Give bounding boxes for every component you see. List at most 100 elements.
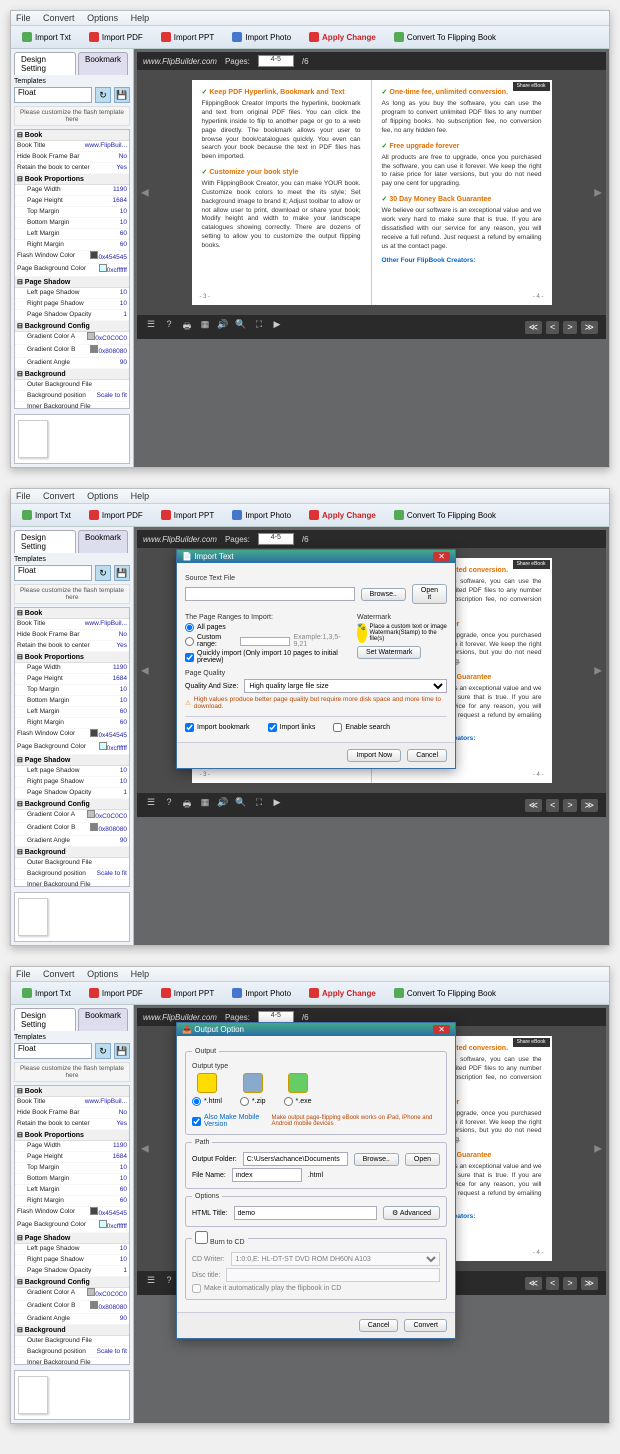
next-page-button[interactable]: > — [563, 1277, 576, 1290]
property-row[interactable]: Bottom Margin10 — [15, 218, 129, 229]
autoplay-cd-check[interactable] — [192, 1284, 201, 1293]
all-pages-radio[interactable] — [185, 623, 194, 632]
import-links-check[interactable] — [268, 723, 277, 732]
template-select[interactable]: Float — [14, 87, 92, 103]
open-button[interactable]: Open — [405, 1153, 440, 1166]
template-select[interactable]: Float — [14, 565, 92, 581]
cancel-button[interactable]: Cancel — [407, 749, 447, 762]
property-row[interactable]: Left Margin60 — [15, 1185, 129, 1196]
enable-search-check[interactable] — [333, 723, 342, 732]
property-row[interactable]: Retain the book to centerYes — [15, 163, 129, 174]
menu-options[interactable]: Options — [87, 969, 118, 979]
property-row[interactable]: Gradient Color A0xC0C0C0 — [15, 1288, 129, 1301]
tab-design-setting[interactable]: Design Setting — [14, 1008, 76, 1031]
first-page-button[interactable]: ≪ — [525, 799, 542, 812]
menu-convert[interactable]: Convert — [43, 13, 75, 23]
disc-title-input[interactable] — [226, 1268, 440, 1282]
menu-help[interactable]: Help — [131, 969, 150, 979]
sound-icon[interactable]: 🔊 — [217, 797, 229, 813]
tab-bookmark[interactable]: Bookmark — [78, 530, 128, 553]
dialog-close-button[interactable]: ✕ — [433, 1025, 450, 1034]
property-row[interactable]: Right page Shadow10 — [15, 777, 129, 788]
html-title-input[interactable] — [234, 1206, 377, 1220]
menu-file[interactable]: File — [16, 491, 31, 501]
zip-radio[interactable] — [240, 1097, 249, 1106]
share-button[interactable]: Share eBook — [513, 560, 550, 569]
toc-icon[interactable]: ☰ — [145, 797, 157, 813]
apply-change-button[interactable]: Apply Change — [304, 507, 381, 523]
import-ppt-button[interactable]: Import PPT — [156, 29, 219, 45]
property-row[interactable]: Gradient Angle90 — [15, 358, 129, 369]
page-edge-left-icon[interactable]: ◀ — [141, 665, 149, 676]
import-pdf-button[interactable]: Import PDF — [84, 29, 148, 45]
property-row[interactable]: Right Margin60 — [15, 1196, 129, 1207]
autoplay-icon[interactable]: ▶ — [271, 797, 283, 813]
page-edge-right-icon[interactable]: ▶ — [594, 665, 602, 676]
dialog-close-button[interactable]: ✕ — [433, 552, 450, 561]
property-row[interactable]: Page Shadow Opacity1 — [15, 788, 129, 799]
property-row[interactable]: Page Height1684 — [15, 1152, 129, 1163]
convert-book-button[interactable]: Convert To Flipping Book — [389, 29, 501, 45]
page-thumbnail[interactable] — [18, 420, 48, 458]
property-row[interactable]: Inner Background File — [15, 880, 129, 887]
property-row[interactable]: Bottom Margin10 — [15, 1174, 129, 1185]
property-row[interactable]: Page Height1684 — [15, 196, 129, 207]
property-list[interactable]: ⊟ BookBook Titlewww.FlipBuil...Hide Book… — [14, 607, 130, 887]
template-save-button[interactable]: 💾 — [114, 87, 130, 103]
property-row[interactable]: Right Margin60 — [15, 240, 129, 251]
menu-convert[interactable]: Convert — [43, 491, 75, 501]
property-row[interactable]: Outer Background File — [15, 1336, 129, 1347]
property-list[interactable]: ⊟ BookBook Titlewww.FlipBuil...Hide Book… — [14, 129, 130, 409]
tab-bookmark[interactable]: Bookmark — [78, 1008, 128, 1031]
tab-design-setting[interactable]: Design Setting — [14, 530, 76, 553]
template-refresh-button[interactable]: ↻ — [95, 1043, 111, 1059]
right-page[interactable]: Share eBook ✓One-time fee, unlimited con… — [372, 80, 552, 305]
property-row[interactable]: Background positionScale to fit — [15, 1347, 129, 1358]
property-row[interactable]: Hide Book Frame BarNo — [15, 630, 129, 641]
set-watermark-button[interactable]: Set Watermark — [357, 646, 421, 659]
page-input[interactable]: 4-5 — [258, 533, 294, 545]
toc-icon[interactable]: ☰ — [145, 1275, 157, 1291]
property-row[interactable]: Background positionScale to fit — [15, 391, 129, 402]
property-row[interactable]: Left page Shadow10 — [15, 288, 129, 299]
page-edge-left-icon[interactable]: ◀ — [141, 187, 149, 198]
first-page-button[interactable]: ≪ — [525, 321, 542, 334]
property-row[interactable]: Gradient Color B0x808080 — [15, 1301, 129, 1314]
help-icon[interactable]: ? — [163, 797, 175, 813]
zoom-icon[interactable]: 🔍 — [235, 797, 247, 813]
property-row[interactable]: Book Titlewww.FlipBuil... — [15, 141, 129, 152]
last-page-button[interactable]: ≫ — [581, 1277, 598, 1290]
template-refresh-button[interactable]: ↻ — [95, 565, 111, 581]
import-ppt-button[interactable]: Import PPT — [156, 985, 219, 1001]
zoom-icon[interactable]: 🔍 — [235, 319, 247, 335]
browse-button[interactable]: Browse.. — [354, 1153, 399, 1166]
prev-page-button[interactable]: < — [546, 1277, 559, 1290]
menu-help[interactable]: Help — [131, 13, 150, 23]
convert-book-button[interactable]: Convert To Flipping Book — [389, 985, 501, 1001]
page-thumbnail[interactable] — [18, 898, 48, 936]
property-row[interactable]: Right page Shadow10 — [15, 1255, 129, 1266]
import-photo-button[interactable]: Import Photo — [227, 985, 296, 1001]
property-row[interactable]: Background positionScale to fit — [15, 869, 129, 880]
tab-bookmark[interactable]: Bookmark — [78, 52, 128, 75]
property-row[interactable]: Gradient Color A0xC0C0C0 — [15, 810, 129, 823]
property-row[interactable]: Hide Book Frame BarNo — [15, 152, 129, 163]
source-file-input[interactable] — [185, 587, 355, 601]
menu-options[interactable]: Options — [87, 13, 118, 23]
page-edge-right-icon[interactable]: ▶ — [594, 187, 602, 198]
cancel-button[interactable]: Cancel — [359, 1319, 399, 1332]
property-row[interactable]: Gradient Color A0xC0C0C0 — [15, 332, 129, 345]
help-icon[interactable]: ? — [163, 319, 175, 335]
menu-help[interactable]: Help — [131, 491, 150, 501]
property-row[interactable]: Flash Window Color0x454545 — [15, 1207, 129, 1220]
template-save-button[interactable]: 💾 — [114, 565, 130, 581]
next-page-button[interactable]: > — [563, 321, 576, 334]
property-row[interactable]: Left Margin60 — [15, 229, 129, 240]
property-row[interactable]: Inner Background File — [15, 1358, 129, 1365]
output-folder-input[interactable] — [243, 1152, 348, 1166]
print-icon[interactable]: 🖶 — [181, 319, 193, 335]
property-row[interactable]: Flash Window Color0x454545 — [15, 729, 129, 742]
import-pdf-button[interactable]: Import PDF — [84, 507, 148, 523]
property-row[interactable]: Page Width1190 — [15, 663, 129, 674]
menu-options[interactable]: Options — [87, 491, 118, 501]
